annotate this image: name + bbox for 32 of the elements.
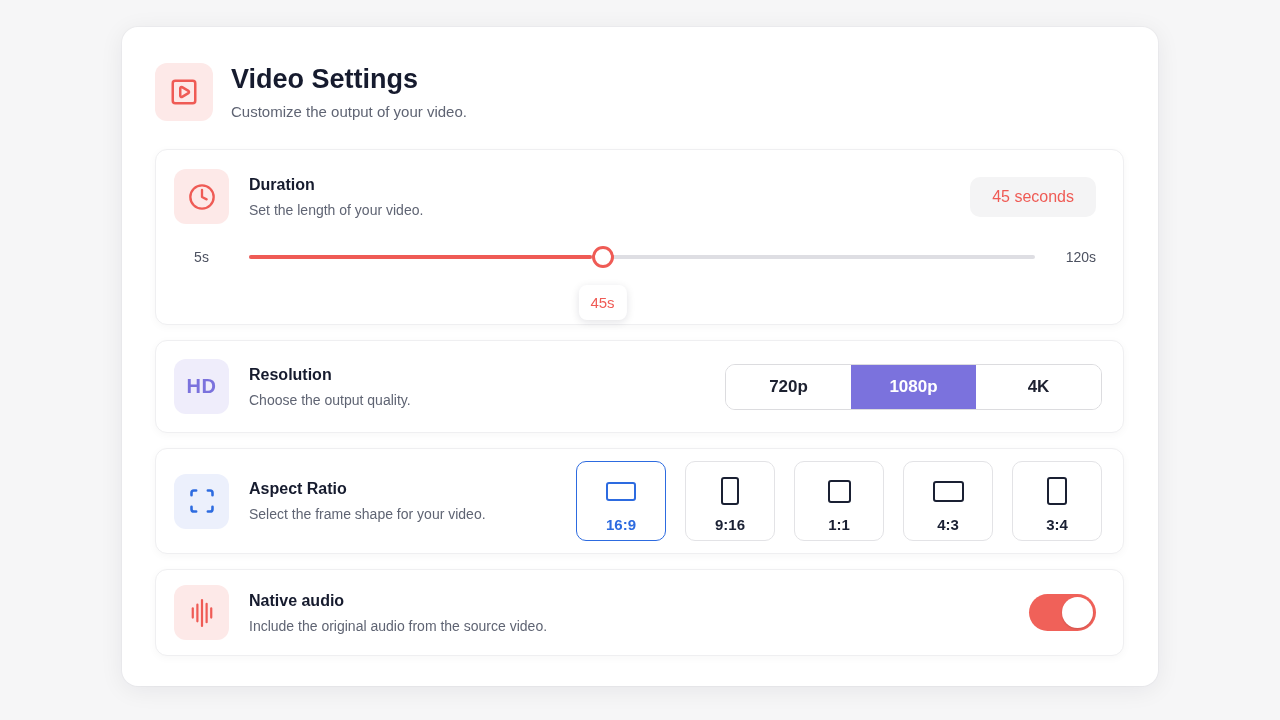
sound-wave-icon: [174, 585, 229, 640]
min-label: 5s: [194, 249, 209, 265]
square-icon: [827, 479, 851, 503]
aspect-ratio-option[interactable]: 9:16: [685, 461, 775, 541]
frame-corners-icon: [174, 473, 229, 529]
value-tooltip: 45s: [578, 285, 627, 320]
portrait-rectangle-icon: [1047, 477, 1067, 505]
setting-title: Aspect Ratio: [249, 479, 348, 499]
resolution-option[interactable]: 1080p: [851, 364, 976, 409]
aspect-ratio-option[interactable]: 16:9: [576, 461, 666, 541]
page-subtitle: Customize the output of your video.: [231, 103, 468, 121]
slider-thumb[interactable]: [591, 246, 614, 268]
duration-value: 45 seconds: [970, 176, 1096, 217]
aspect-ratio-option[interactable]: 1:1: [794, 461, 884, 541]
setting-title: Duration: [249, 174, 316, 195]
setting-description: Set the length of your video.: [249, 200, 425, 219]
landscape-rectangle-icon: [932, 480, 964, 502]
clock-icon: [174, 169, 229, 224]
setting-description: Choose the output quality.: [249, 390, 412, 409]
setting-description: Include the original audio from the source video.: [249, 616, 549, 635]
aspect-ratio-option[interactable]: 4:3: [903, 461, 993, 541]
hd-icon: HD: [174, 359, 229, 414]
aspect-ratio-option[interactable]: 3:4: [1012, 461, 1102, 541]
setting-description: Select the frame shape for your video.: [249, 505, 487, 523]
portrait-rectangle-icon: [721, 477, 739, 505]
setting-title: Native audio: [249, 590, 346, 611]
play-icon: [155, 63, 213, 121]
audio-toggle[interactable]: [1029, 594, 1096, 631]
max-label: 120s: [1065, 249, 1096, 265]
landscape-rectangle-icon: [606, 481, 636, 501]
setting-title: Resolution: [249, 364, 333, 385]
page-title: Video Settings: [231, 63, 420, 95]
